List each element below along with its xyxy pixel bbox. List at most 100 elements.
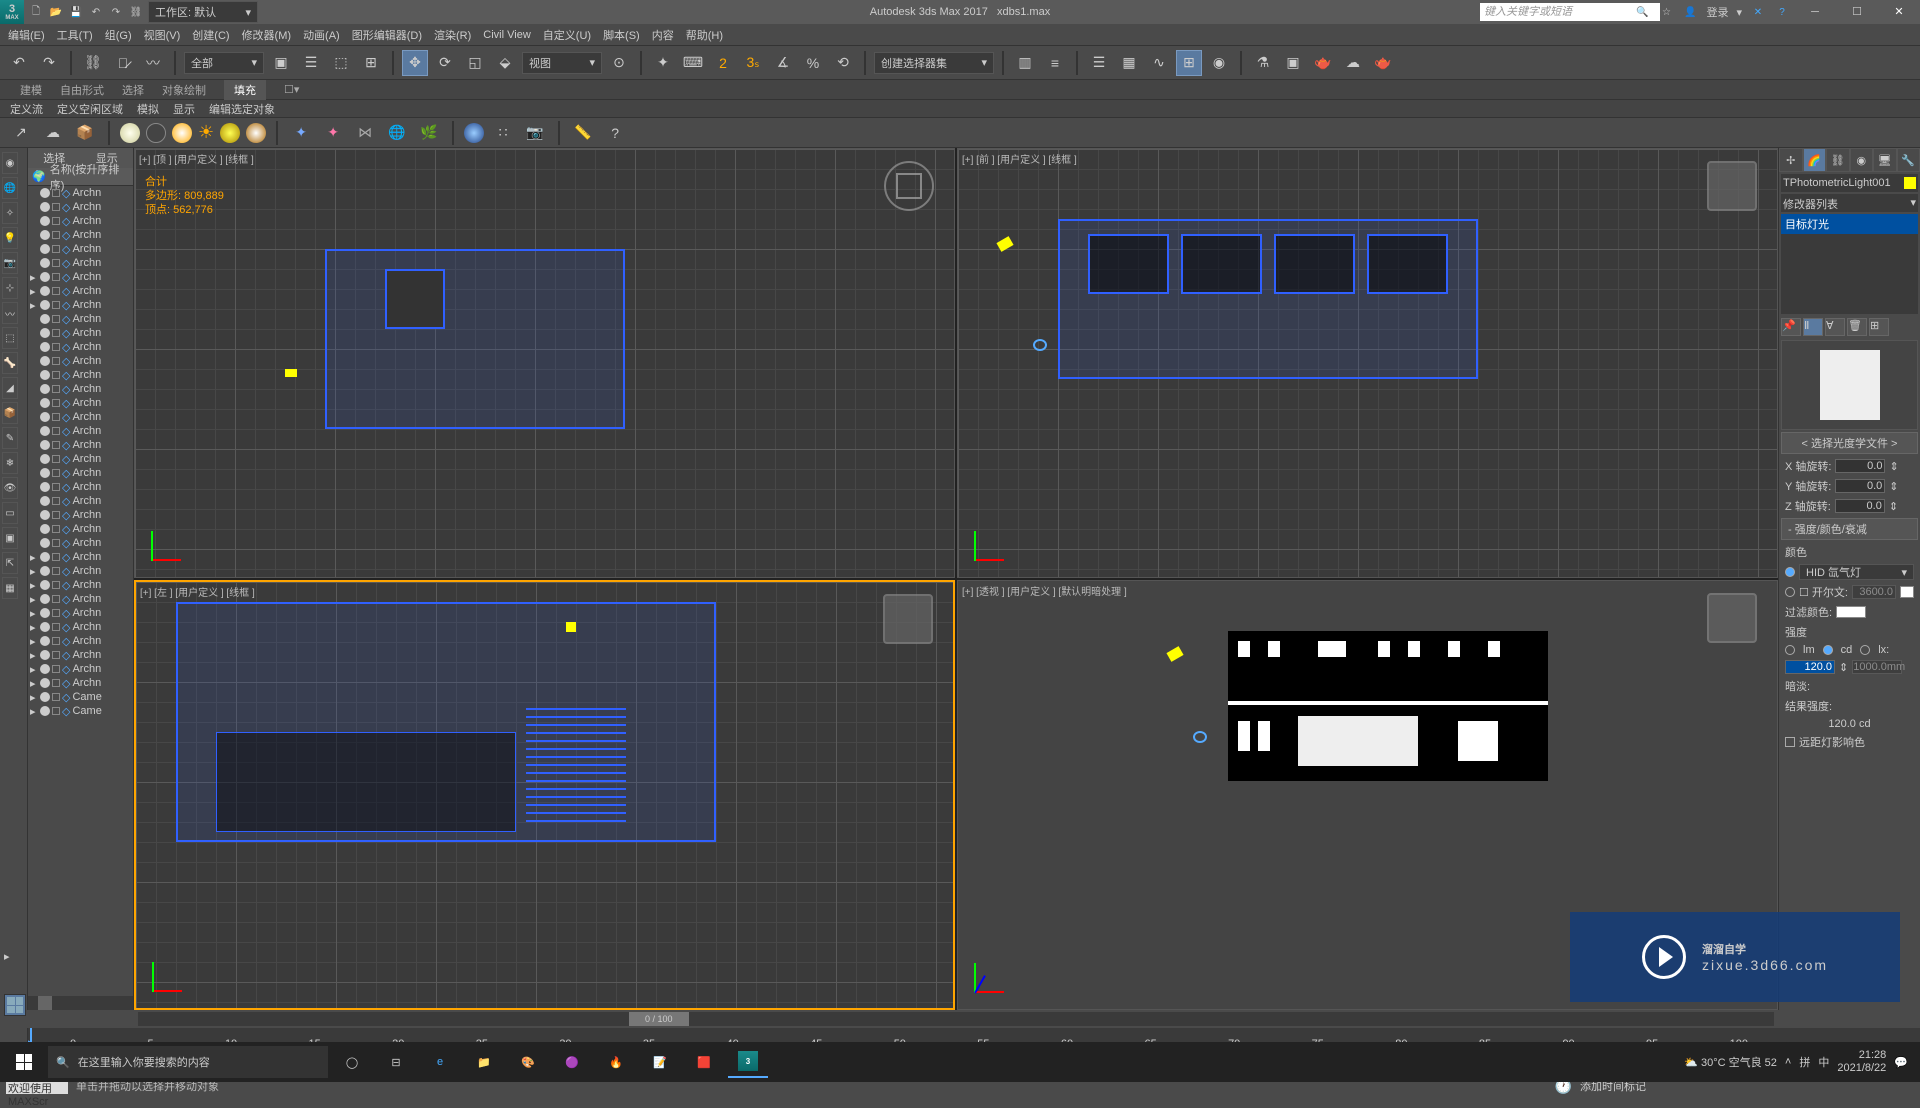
camera-icon[interactable]: 📷 bbox=[522, 120, 548, 146]
filter-color-swatch[interactable] bbox=[1836, 606, 1866, 618]
scene-item[interactable]: ◇Archn bbox=[28, 410, 133, 424]
schematic-view-button[interactable]: ⊞ bbox=[1176, 50, 1202, 76]
scene-item[interactable]: ◇Archn bbox=[28, 340, 133, 354]
menu-tools[interactable]: 工具(T) bbox=[57, 27, 93, 43]
z-rot-spinner[interactable]: 0.0 bbox=[1835, 499, 1885, 513]
cp-tab-motion[interactable]: ◉ bbox=[1850, 148, 1874, 172]
signin-link[interactable]: 登录 bbox=[1706, 4, 1728, 20]
user-icon[interactable]: 👤 bbox=[1682, 4, 1698, 20]
time-slider[interactable]: 0 / 100 bbox=[138, 1012, 1774, 1026]
snap-toggle-2d[interactable]: 2 bbox=[710, 50, 736, 76]
angle-snap-button[interactable]: ∡ bbox=[770, 50, 796, 76]
menu-group[interactable]: 组(G) bbox=[105, 27, 132, 43]
scene-item[interactable]: ◇Archn bbox=[28, 382, 133, 396]
daylight-icon[interactable] bbox=[120, 123, 140, 143]
scene-item[interactable]: ▸◇Archn bbox=[28, 648, 133, 662]
undo-icon[interactable]: ↶ bbox=[88, 4, 104, 20]
scene-item[interactable]: ▸◇Archn bbox=[28, 298, 133, 312]
select-place-button[interactable]: ⬙ bbox=[492, 50, 518, 76]
sphere-primitive-icon[interactable] bbox=[464, 123, 484, 143]
se-tool-9[interactable]: 🦴 bbox=[2, 352, 18, 374]
selection-filter-combo[interactable]: 全部▾ bbox=[184, 52, 264, 74]
select-scale-button[interactable]: ◱ bbox=[462, 50, 488, 76]
se-tool-8[interactable]: ⬚ bbox=[2, 327, 18, 349]
preset-radio[interactable] bbox=[1785, 567, 1795, 577]
se-tool-11[interactable]: 📦 bbox=[2, 402, 18, 424]
mirror-button[interactable]: ▥ bbox=[1012, 50, 1038, 76]
scene-item[interactable]: ◇Archn bbox=[28, 536, 133, 550]
tray-chevron-icon[interactable]: ˄ bbox=[1785, 1056, 1791, 1068]
scene-item[interactable]: ◇Archn bbox=[28, 424, 133, 438]
off-light-icon[interactable] bbox=[146, 123, 166, 143]
explorer-icon[interactable]: 📁 bbox=[464, 1046, 504, 1078]
scene-item[interactable]: ◇Archn bbox=[28, 480, 133, 494]
scene-item[interactable]: ▸◇Archn bbox=[28, 564, 133, 578]
app-icon-2[interactable]: 🟥 bbox=[684, 1046, 724, 1078]
tray-time[interactable]: 21:28 bbox=[1837, 1049, 1886, 1062]
scene-item[interactable]: ▸◇Archn bbox=[28, 634, 133, 648]
keyboard-shortcut-button[interactable]: ⌨ bbox=[680, 50, 706, 76]
cortana-icon[interactable]: ⊟ bbox=[376, 1046, 416, 1078]
se-tool-3[interactable]: ✧ bbox=[2, 202, 18, 224]
kelvin-radio[interactable] bbox=[1785, 587, 1795, 597]
minimize-button[interactable]: ─ bbox=[1798, 2, 1832, 22]
se-tool-1[interactable]: ◉ bbox=[2, 152, 18, 174]
scene-item[interactable]: ◇Archn bbox=[28, 522, 133, 536]
render-setup-button[interactable]: ⚗ bbox=[1250, 50, 1276, 76]
material-editor-button[interactable]: ◉ bbox=[1206, 50, 1232, 76]
undo-button[interactable]: ↶ bbox=[6, 50, 32, 76]
curve-editor-button[interactable]: ∿ bbox=[1146, 50, 1172, 76]
scene-item[interactable]: ◇Archn bbox=[28, 228, 133, 242]
open-icon[interactable]: 📂 bbox=[48, 4, 64, 20]
se-tool-12[interactable]: ✎ bbox=[2, 427, 18, 449]
populate-idle[interactable]: 定义空闲区域 bbox=[57, 101, 123, 117]
ribbon-tab-populate[interactable]: 填充 bbox=[224, 80, 266, 100]
layer-explorer-button[interactable]: ☰ bbox=[1086, 50, 1112, 76]
scene-explorer-expand-icon[interactable]: ▸ bbox=[4, 950, 16, 962]
toggle-ribbon-button[interactable]: ▦ bbox=[1116, 50, 1142, 76]
paint-icon[interactable]: 🎨 bbox=[508, 1046, 548, 1078]
scene-item[interactable]: ◇Archn bbox=[28, 326, 133, 340]
menu-views[interactable]: 视图(V) bbox=[144, 27, 181, 43]
taskbar-search[interactable]: 🔍在这里输入你要搜索的内容 bbox=[48, 1046, 328, 1078]
edge-icon[interactable]: e bbox=[420, 1046, 460, 1078]
intensity-spinner[interactable]: 120.0 bbox=[1785, 660, 1835, 674]
cp-tab-utilities[interactable]: 🔧 bbox=[1897, 148, 1920, 172]
pivot-center-button[interactable]: ⊙ bbox=[606, 50, 632, 76]
ribbon-collapse-icon[interactable]: ☐▾ bbox=[284, 83, 299, 96]
populate-simulate[interactable]: 模拟 bbox=[137, 101, 159, 117]
time-slider-thumb[interactable]: 0 / 100 bbox=[629, 1012, 689, 1026]
menu-civilview[interactable]: Civil View bbox=[483, 29, 530, 41]
lx-radio[interactable] bbox=[1860, 645, 1870, 655]
link-button[interactable]: ⛓ bbox=[80, 50, 106, 76]
scene-item[interactable]: ▸◇Archn bbox=[28, 606, 133, 620]
show-end-result-button[interactable]: Ⅱ bbox=[1803, 318, 1823, 336]
viewport-front[interactable]: [+] [前 ] [用户定义 ] [线框 ] bbox=[957, 148, 1778, 578]
light-icon-2[interactable]: ✦ bbox=[320, 120, 346, 146]
notes-icon[interactable]: 📝 bbox=[640, 1046, 680, 1078]
y-rot-spinner[interactable]: 0.0 bbox=[1835, 479, 1885, 493]
maximize-button[interactable]: ☐ bbox=[1840, 2, 1874, 22]
plant-icon[interactable]: 🌿 bbox=[416, 120, 442, 146]
se-tool-10[interactable]: ◢ bbox=[2, 377, 18, 399]
viewport-layout-button[interactable] bbox=[4, 994, 26, 1016]
light-icon-1[interactable]: ✦ bbox=[288, 120, 314, 146]
scene-item[interactable]: ▸◇Archn bbox=[28, 676, 133, 690]
infocenter-search[interactable]: 键入关键字或短语 bbox=[1480, 3, 1660, 21]
scene-item[interactable]: ◇Archn bbox=[28, 186, 133, 200]
save-icon[interactable]: 💾 bbox=[68, 4, 84, 20]
named-sel-set-combo[interactable]: 创建选择器集▾ bbox=[874, 52, 994, 74]
scene-explorer-header[interactable]: 🌍 名称(按升序排序) bbox=[28, 168, 133, 186]
percent-snap-button[interactable]: % bbox=[800, 50, 826, 76]
se-tool-2[interactable]: 🌐 bbox=[2, 177, 18, 199]
cp-tab-display[interactable]: 🖥 bbox=[1873, 148, 1897, 172]
make-unique-button[interactable]: ∀ bbox=[1825, 318, 1845, 336]
render-prod-button[interactable]: 🫖 bbox=[1310, 50, 1336, 76]
tray-date[interactable]: 2021/8/22 bbox=[1837, 1062, 1886, 1075]
se-tool-18[interactable]: ▦ bbox=[2, 577, 18, 599]
menu-edit[interactable]: 编辑(E) bbox=[8, 27, 45, 43]
scene-explorer-list[interactable]: ◇Archn◇Archn◇Archn◇Archn◇Archn◇Archn▸◇Ar… bbox=[28, 186, 133, 996]
exchange-icon[interactable]: ✕ bbox=[1750, 4, 1766, 20]
select-rect-button[interactable]: ⬚ bbox=[328, 50, 354, 76]
link-icon[interactable]: ⛓ bbox=[128, 4, 144, 20]
